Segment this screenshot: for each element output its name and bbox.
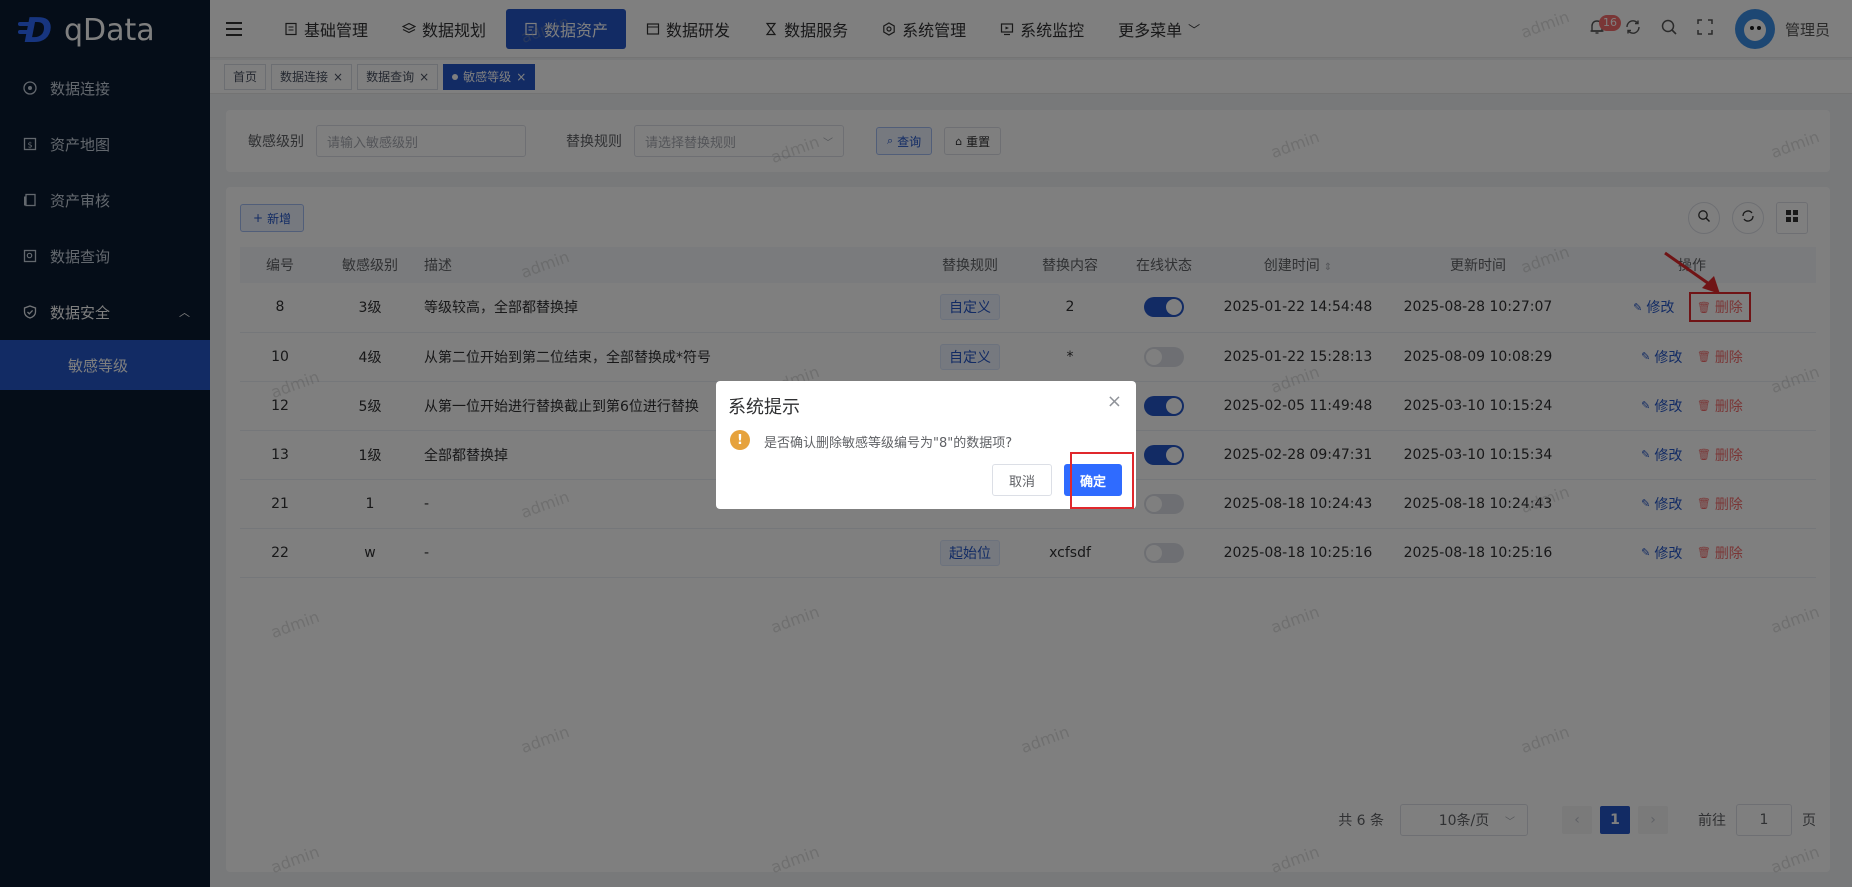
dialog-message: 是否确认删除敏感等级编号为"8"的数据项?	[764, 436, 1013, 451]
annotation-highlight-box	[1070, 452, 1134, 509]
warning-icon: !	[730, 430, 750, 450]
cancel-button[interactable]: 取消	[992, 464, 1052, 496]
dialog-title: 系统提示	[728, 397, 800, 418]
close-icon[interactable]: ×	[1107, 391, 1122, 412]
